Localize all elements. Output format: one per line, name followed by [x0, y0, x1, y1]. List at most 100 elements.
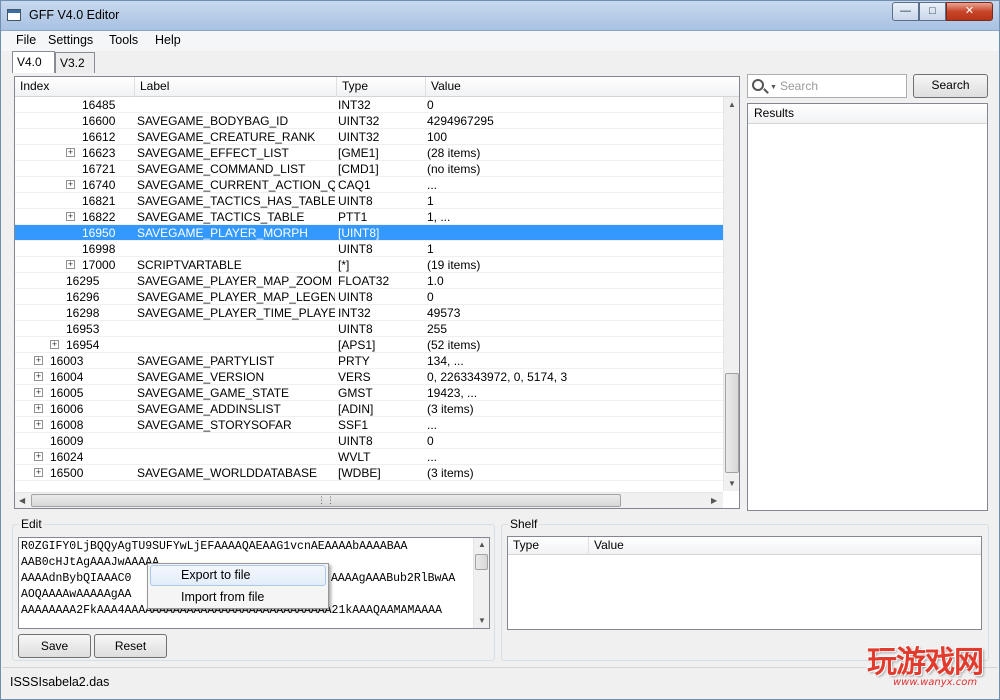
row-type: FLOAT32: [338, 274, 390, 288]
tree-horizontal-scroll-thumb[interactable]: ⋮⋮: [31, 494, 621, 507]
row-label: SCRIPTVARTABLE: [137, 258, 242, 272]
scroll-up-icon[interactable]: ▲: [478, 540, 486, 549]
menu-tools[interactable]: Tools: [109, 33, 138, 47]
expand-icon[interactable]: +: [34, 468, 43, 477]
row-type: [CMD1]: [338, 162, 379, 176]
expand-icon[interactable]: +: [34, 452, 43, 461]
tree-row[interactable]: 16009 UINT8 0: [15, 433, 723, 449]
results-list[interactable]: Results: [747, 103, 988, 511]
expand-icon[interactable]: +: [34, 404, 43, 413]
row-value: 1.0: [427, 274, 444, 288]
menu-help[interactable]: Help: [155, 33, 181, 47]
scroll-down-icon[interactable]: ▼: [478, 616, 486, 625]
export-to-file-item[interactable]: Export to file: [150, 565, 326, 586]
tree-row[interactable]: +16740 SAVEGAME_CURRENT_ACTION_QUI CAQ1...: [15, 177, 723, 193]
search-icon[interactable]: [752, 79, 764, 91]
tree-row[interactable]: 16998 UINT8 1: [15, 241, 723, 257]
expand-icon[interactable]: +: [66, 148, 75, 157]
search-box[interactable]: ▼: [747, 74, 907, 98]
maximize-button[interactable]: □: [919, 2, 946, 21]
tree-horizontal-scrollbar[interactable]: ◀ ⋮⋮ ▶: [15, 492, 723, 508]
reset-button[interactable]: Reset: [94, 634, 167, 658]
tree-row[interactable]: +17000 SCRIPTVARTABLE [*] (19 items): [15, 257, 723, 273]
row-index: 16298: [66, 306, 100, 320]
tree-row[interactable]: +16008 SAVEGAME_STORYSOFAR SSF1...: [15, 417, 723, 433]
row-index: 16295: [66, 274, 100, 288]
gff-tree-table[interactable]: Index Label Type Value 16485 INT32 0 16600 S…: [14, 76, 740, 509]
title-bar[interactable]: GFF V4.0 Editor — □ ✕: [1, 1, 999, 31]
tree-row[interactable]: 16950 SAVEGAME_PLAYER_MORPH [UINT8]: [15, 225, 723, 241]
row-label: [137, 449, 335, 465]
scroll-right-icon[interactable]: ▶: [711, 496, 717, 505]
tree-row[interactable]: 16485 INT32 0: [15, 97, 723, 113]
tree-row[interactable]: 16295 SAVEGAME_PLAYER_MAP_ZOOM FLOAT32 1.0: [15, 273, 723, 289]
save-button[interactable]: Save: [18, 634, 91, 658]
scroll-left-icon[interactable]: ◀: [19, 496, 25, 505]
row-type: WVLT: [338, 450, 371, 464]
edit-vertical-scrollbar[interactable]: ▲ ▼: [473, 538, 489, 628]
tree-row[interactable]: +16004 SAVEGAME_VERSION VERS 0, 2263343972,…: [15, 369, 723, 385]
tree-row[interactable]: +16006 SAVEGAME_ADDINSLIST [ADIN] (3 items): [15, 401, 723, 417]
import-from-file-item[interactable]: Import from file: [150, 587, 326, 608]
tree-row[interactable]: 16600 SAVEGAME_BODYBAG_ID UINT32 4294967295: [15, 113, 723, 129]
column-type[interactable]: Type: [337, 77, 426, 97]
tree-vertical-scrollbar[interactable]: ▲ ▼: [723, 97, 739, 491]
tree-row[interactable]: 16721 SAVEGAME_COMMAND_LIST [CMD1] (no item…: [15, 161, 723, 177]
shelf-column-type[interactable]: Type: [508, 537, 589, 555]
tree-row[interactable]: 16953 UINT8 255: [15, 321, 723, 337]
menu-file[interactable]: File: [16, 33, 36, 47]
row-value: 134, ...: [427, 354, 464, 368]
expand-icon[interactable]: +: [50, 340, 59, 349]
expand-icon[interactable]: +: [34, 356, 43, 365]
search-dropdown-icon[interactable]: ▼: [770, 84, 777, 91]
tree-vertical-scroll-thumb[interactable]: [725, 373, 739, 473]
tree-row[interactable]: +16954 [APS1] (52 items): [15, 337, 723, 353]
search-input[interactable]: [780, 77, 904, 95]
tree-row[interactable]: +16500 SAVEGAME_WORLDDATABASE [WDBE] (3 ite…: [15, 465, 723, 481]
tree-row[interactable]: 16298 SAVEGAME_PLAYER_TIME_PLAYED INT32 495…: [15, 305, 723, 321]
expand-icon[interactable]: +: [34, 388, 43, 397]
expand-icon[interactable]: +: [66, 212, 75, 221]
row-type: INT32: [338, 306, 371, 320]
row-label: SAVEGAME_TACTICS_HAS_TABLE: [137, 194, 335, 208]
tab-v32[interactable]: V3.2: [55, 52, 95, 73]
edit-line: AAAAgAAABub2RlBwAA: [331, 572, 456, 585]
minimize-icon: —: [900, 5, 911, 17]
row-index: 16005: [50, 386, 84, 400]
tree-row[interactable]: +16822 SAVEGAME_TACTICS_TABLE PTT1 1, ...: [15, 209, 723, 225]
status-bar: ISSSIsabela2.das: [2, 667, 998, 699]
app-window: GFF V4.0 Editor — □ ✕ File Settings Tool…: [0, 0, 1000, 700]
edit-scroll-thumb[interactable]: [475, 554, 488, 570]
tree-row[interactable]: +16623 SAVEGAME_EFFECT_LIST [GME1] (28 item…: [15, 145, 723, 161]
column-index[interactable]: Index: [15, 77, 135, 97]
menu-settings[interactable]: Settings: [48, 33, 93, 47]
row-index: 16485: [82, 98, 116, 112]
expand-icon[interactable]: +: [34, 372, 43, 381]
expand-icon[interactable]: +: [34, 420, 43, 429]
shelf-table[interactable]: Type Value: [507, 536, 982, 630]
column-label[interactable]: Label: [135, 77, 337, 97]
expand-icon[interactable]: +: [66, 180, 75, 189]
search-button[interactable]: Search: [913, 74, 988, 98]
tree-row[interactable]: 16612 SAVEGAME_CREATURE_RANK UINT32 100: [15, 129, 723, 145]
row-label: SAVEGAME_COMMAND_LIST: [137, 162, 306, 176]
expand-icon[interactable]: +: [66, 260, 75, 269]
results-header[interactable]: Results: [748, 104, 987, 124]
tree-row[interactable]: 16296 SAVEGAME_PLAYER_MAP_LEGEND UINT8 0: [15, 289, 723, 305]
row-label: SAVEGAME_EFFECT_LIST: [137, 146, 289, 160]
row-index: 16296: [66, 290, 100, 304]
close-button[interactable]: ✕: [946, 2, 993, 21]
scroll-up-icon[interactable]: ▲: [728, 100, 736, 109]
tree-row[interactable]: 16821 SAVEGAME_TACTICS_HAS_TABLE UINT8 1: [15, 193, 723, 209]
row-label: SAVEGAME_PLAYER_TIME_PLAYED: [137, 306, 335, 320]
scroll-down-icon[interactable]: ▼: [728, 479, 736, 488]
column-value[interactable]: Value: [426, 77, 739, 97]
minimize-button[interactable]: —: [892, 2, 919, 21]
tree-row[interactable]: +16005 SAVEGAME_GAME_STATE GMST 19423, ...: [15, 385, 723, 401]
tab-v40[interactable]: V4.0: [12, 51, 55, 73]
tree-row[interactable]: +16024 WVLT...: [15, 449, 723, 465]
row-type: INT32: [338, 98, 371, 112]
row-label: SAVEGAME_CURRENT_ACTION_QUI: [137, 178, 335, 192]
shelf-column-value[interactable]: Value: [589, 537, 981, 555]
tree-row[interactable]: +16003 SAVEGAME_PARTYLIST PRTY 134, ...: [15, 353, 723, 369]
